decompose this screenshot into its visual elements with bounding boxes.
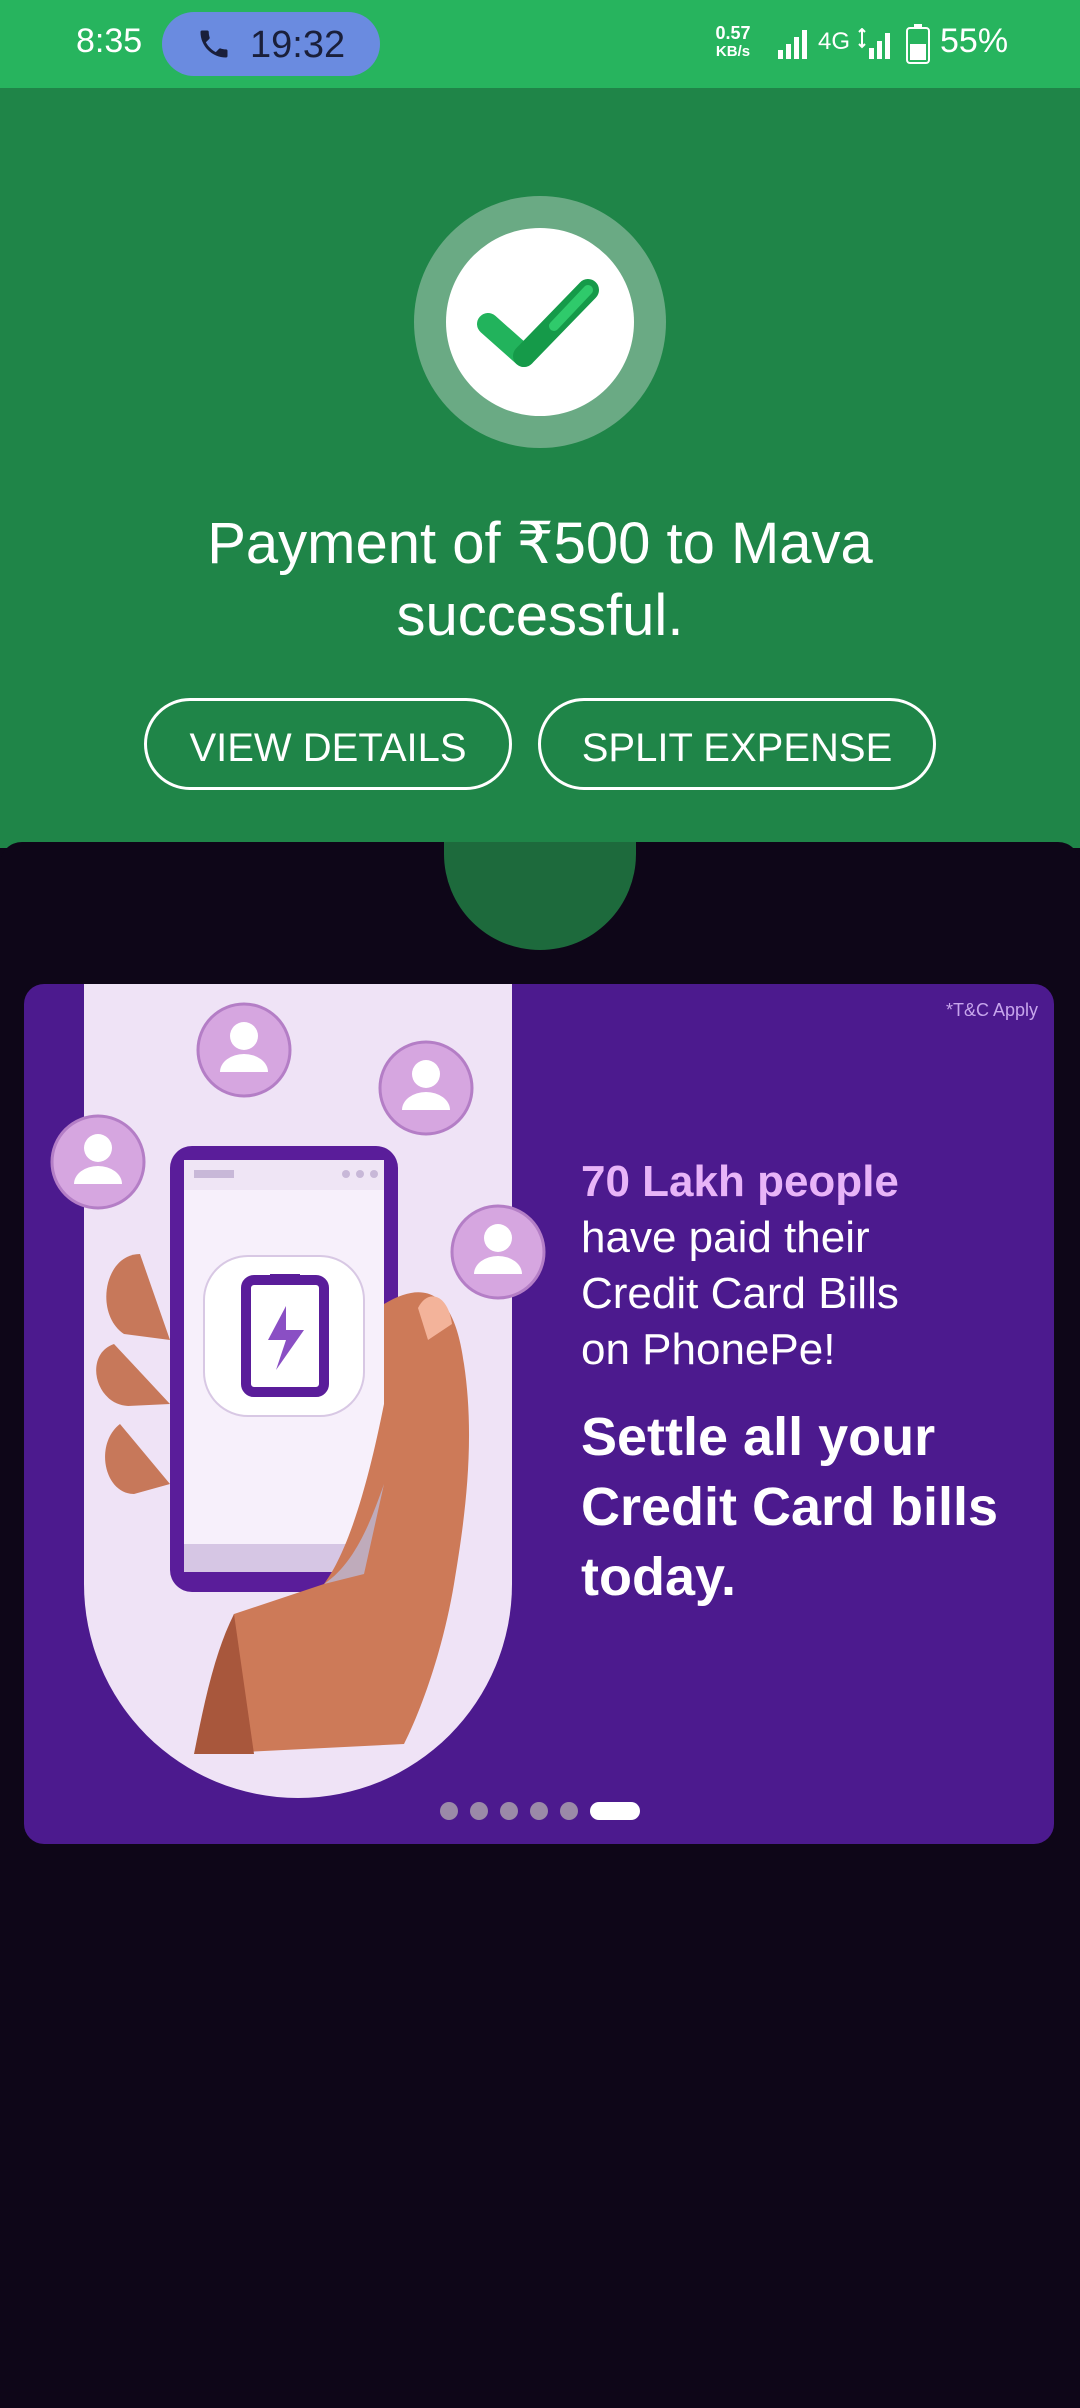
- call-duration: 19:32: [250, 24, 346, 66]
- battery-percent: 55%: [940, 22, 1009, 60]
- ongoing-call-pill[interactable]: 19:32: [162, 12, 380, 76]
- phone-icon: [200, 30, 228, 58]
- promo-headline: Settle all your Credit Card bills today.: [581, 1402, 1041, 1612]
- success-badge: [414, 196, 666, 448]
- network-speed-value: 0.57: [715, 23, 751, 43]
- check-icon: [477, 279, 599, 367]
- promo-headline-line: Settle all your: [581, 1407, 936, 1467]
- carousel-dot-active[interactable]: [590, 1802, 640, 1820]
- promo-subtitle-line: have paid their: [581, 1213, 870, 1262]
- promo-subtitle-line: Credit Card Bills: [581, 1269, 899, 1318]
- promo-banner[interactable]: *T&C Apply 70 Lakh people have paid thei…: [24, 984, 1054, 1844]
- network-type: 4G: [818, 28, 851, 55]
- network-speed: 0.57 KB/s: [712, 24, 754, 59]
- promo-text-block: 70 Lakh people have paid their Credit Ca…: [581, 1154, 1041, 1612]
- carousel-dot[interactable]: [530, 1802, 548, 1820]
- payment-success-panel: Payment of ₹500 to Mava successful. VIEW…: [0, 88, 1080, 848]
- view-details-button[interactable]: VIEW DETAILS: [144, 698, 512, 790]
- promo-stat: 70 Lakh people: [581, 1157, 899, 1206]
- battery-icon: [906, 24, 930, 64]
- carousel-dot[interactable]: [500, 1802, 518, 1820]
- promo-subtitle-line: on PhonePe!: [581, 1325, 836, 1374]
- promo-headline-line: today.: [581, 1547, 737, 1607]
- carousel-dot[interactable]: [440, 1802, 458, 1820]
- promo-headline-line: Credit Card bills: [581, 1477, 999, 1537]
- data-signal-icon: [858, 28, 890, 59]
- status-bar: 8:35 19:32 0.57 KB/s 4G 55%: [0, 0, 1080, 88]
- terms-conditions-note: *T&C Apply: [945, 1000, 1038, 1020]
- network-speed-unit: KB/s: [715, 43, 751, 60]
- carousel-dot[interactable]: [560, 1802, 578, 1820]
- status-time: 8:35: [76, 22, 143, 60]
- user-avatar-icon: [196, 1002, 292, 1098]
- carousel-indicator: [440, 1800, 640, 1822]
- split-expense-button[interactable]: SPLIT EXPENSE: [538, 698, 936, 790]
- carousel-dot[interactable]: [470, 1802, 488, 1820]
- success-check-circle: [446, 228, 634, 416]
- payment-success-message: Payment of ₹500 to Mava successful.: [207, 511, 873, 648]
- signal-strength-icon: [778, 30, 807, 59]
